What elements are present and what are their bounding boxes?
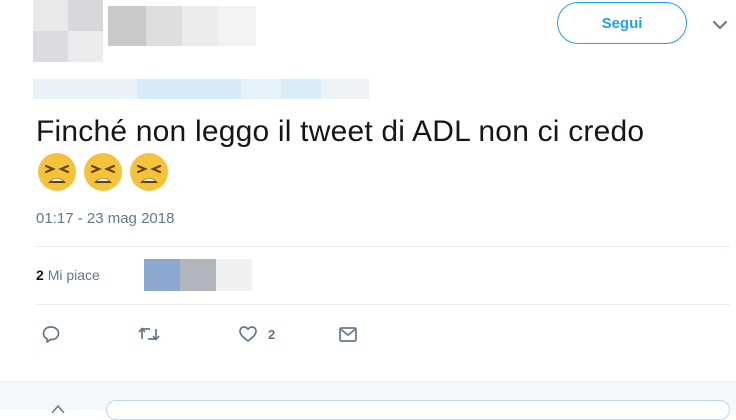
likes-stat[interactable]: 2 Mi piace xyxy=(36,267,100,283)
reply-input[interactable] xyxy=(106,400,730,420)
follow-button[interactable]: Segui xyxy=(557,2,687,44)
heart-icon xyxy=(239,326,257,342)
chevron-down-icon[interactable] xyxy=(709,14,731,36)
like-count: 2 xyxy=(268,326,276,342)
tweet-timestamp[interactable]: 01:17 - 23 mag 2018 xyxy=(36,210,174,227)
tweet-emojis xyxy=(37,152,169,194)
divider xyxy=(36,246,730,247)
like-button[interactable]: 2 xyxy=(238,323,275,345)
likes-label: Mi piace xyxy=(47,267,100,283)
direct-message-button[interactable] xyxy=(338,323,358,345)
retweet-icon xyxy=(138,327,160,341)
retweet-button[interactable] xyxy=(137,323,161,345)
author-avatar[interactable] xyxy=(33,0,103,62)
weary-face-icon xyxy=(130,153,168,191)
envelope-icon xyxy=(339,327,357,342)
tweet-text: Finché non leggo il tweet di ADL non ci … xyxy=(36,115,645,148)
user-avatar-icon xyxy=(51,404,65,413)
weary-face-icon xyxy=(84,153,122,191)
reply-icon xyxy=(42,326,60,343)
reply-button[interactable] xyxy=(41,323,61,345)
likes-count: 2 xyxy=(36,267,44,283)
weary-face-icon xyxy=(38,153,76,191)
divider xyxy=(36,304,730,305)
follow-button-label: Segui xyxy=(601,14,643,32)
